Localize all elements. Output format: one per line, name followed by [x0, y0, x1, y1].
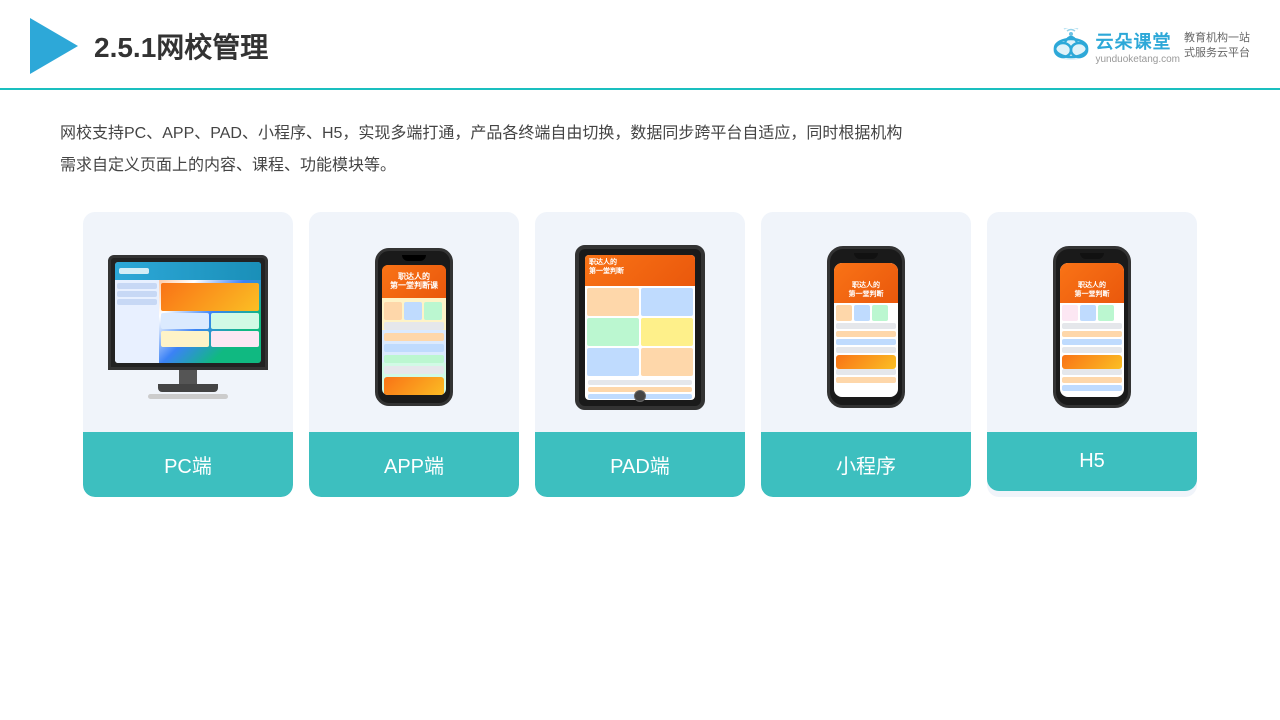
brand-name: 云朵课堂	[1095, 28, 1180, 54]
brand-logo: 云朵课堂 yunduoketang.com 教育机构一站式服务云平台	[1047, 28, 1250, 65]
header: 2.5.1网校管理 云朵课堂 yunduoketang.com 教育机构一站式服…	[0, 0, 1280, 90]
header-left: 2.5.1网校管理	[30, 18, 268, 74]
miniprogram-label: 小程序	[761, 432, 971, 497]
h5-image-area: 职达人的第一堂判断	[987, 212, 1197, 432]
page-title: 2.5.1网校管理	[94, 26, 268, 66]
pad-label: PAD端	[535, 432, 745, 497]
pc-monitor-icon	[108, 255, 268, 399]
miniprogram-phone-icon: 职达人的第一堂判断	[827, 246, 905, 408]
miniprogram-image-area: 职达人的第一堂判断	[761, 212, 971, 432]
pc-image-area	[83, 212, 293, 432]
header-right: 云朵课堂 yunduoketang.com 教育机构一站式服务云平台	[1047, 28, 1250, 65]
main-content: 网校支持PC、APP、PAD、小程序、H5，实现多端打通，产品各终端自由切换，数…	[0, 90, 1280, 517]
logo-triangle-icon	[30, 18, 78, 74]
h5-phone-icon: 职达人的第一堂判断	[1053, 246, 1131, 408]
h5-label: H5	[987, 432, 1197, 491]
app-card: 职达人的第一堂判断课	[309, 212, 519, 497]
brand-text: 云朵课堂 yunduoketang.com	[1095, 28, 1180, 65]
app-image-area: 职达人的第一堂判断课	[309, 212, 519, 432]
cards-container: PC端 职达人的第一堂判断课	[60, 212, 1220, 497]
brand-url: yunduoketang.com	[1095, 54, 1180, 65]
app-phone-icon: 职达人的第一堂判断课	[375, 248, 453, 406]
miniprogram-card: 职达人的第一堂判断	[761, 212, 971, 497]
pc-label: PC端	[83, 432, 293, 497]
brand-tagline: 教育机构一站式服务云平台	[1184, 31, 1250, 62]
cloud-logo-icon	[1047, 28, 1095, 64]
pad-image-area: 职达人的第一堂判断	[535, 212, 745, 432]
pad-tablet-icon: 职达人的第一堂判断	[575, 245, 705, 410]
h5-card: 职达人的第一堂判断	[987, 212, 1197, 497]
description-text: 网校支持PC、APP、PAD、小程序、H5，实现多端打通，产品各终端自由切换，数…	[60, 118, 1220, 182]
pad-card: 职达人的第一堂判断	[535, 212, 745, 497]
pc-card: PC端	[83, 212, 293, 497]
app-label: APP端	[309, 432, 519, 497]
